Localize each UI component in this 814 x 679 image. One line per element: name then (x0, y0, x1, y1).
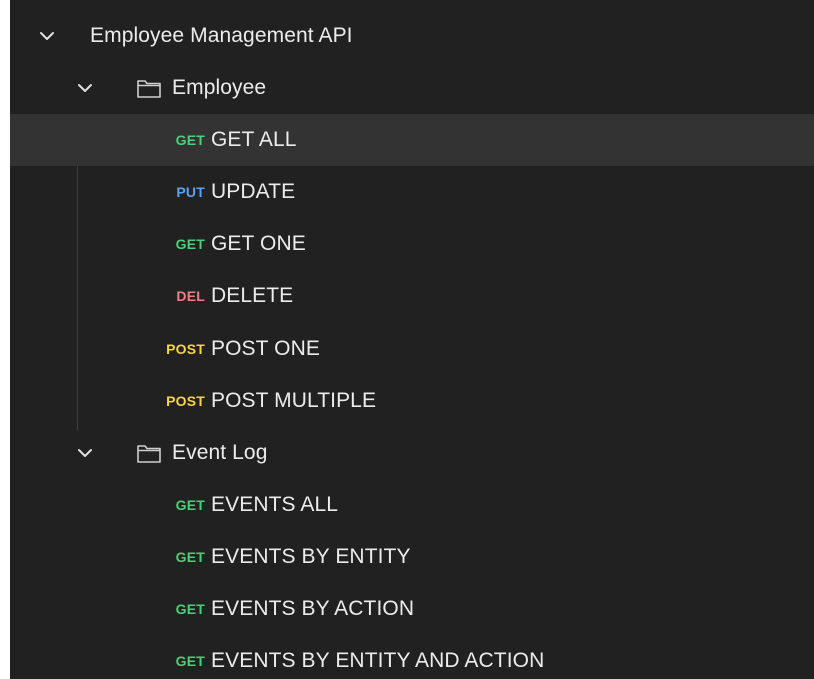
folder-icon (136, 442, 162, 464)
method-badge-get: GET (175, 497, 205, 513)
chevron-down-icon[interactable] (74, 442, 96, 464)
request-item-events-by-entity-and-action[interactable]: GET EVENTS BY ENTITY AND ACTION (10, 635, 814, 679)
request-item-events-by-action[interactable]: GET EVENTS BY ACTION (10, 583, 814, 635)
request-item-get-all[interactable]: GET GET ALL (10, 114, 814, 166)
request-name: GET ONE (211, 232, 306, 255)
method-badge-del: DEL (176, 288, 205, 304)
request-item-update[interactable]: PUT UPDATE (10, 166, 814, 218)
request-name: GET ALL (211, 128, 297, 151)
folder-name: Employee (172, 76, 267, 99)
request-item-events-all[interactable]: GET EVENTS ALL (10, 479, 814, 531)
request-name: POST MULTIPLE (211, 389, 377, 412)
request-item-post-one[interactable]: POST POST ONE (10, 323, 814, 375)
folder-item-employee[interactable]: Employee (10, 62, 814, 114)
request-name: EVENTS BY ACTION (211, 597, 415, 620)
folder-name: Event Log (172, 441, 268, 464)
method-badge-get: GET (175, 601, 205, 617)
request-item-post-multiple[interactable]: POST POST MULTIPLE (10, 375, 814, 427)
request-name: EVENTS BY ENTITY AND ACTION (211, 649, 545, 672)
method-badge-get: GET (175, 653, 205, 669)
folder-item-event-log[interactable]: Event Log (10, 427, 814, 479)
method-badge-get: GET (175, 549, 205, 565)
request-item-events-by-entity[interactable]: GET EVENTS BY ENTITY (10, 531, 814, 583)
collection-item-employee-management-api[interactable]: Employee Management API (10, 10, 814, 62)
request-item-delete[interactable]: DEL DELETE (10, 270, 814, 322)
method-badge-put: PUT (176, 184, 205, 200)
request-name: DELETE (211, 284, 294, 307)
request-name: EVENTS BY ENTITY (211, 545, 411, 568)
chevron-down-icon[interactable] (36, 25, 58, 47)
request-name: EVENTS ALL (211, 493, 339, 516)
request-name: POST ONE (211, 337, 320, 360)
request-item-get-one[interactable]: GET GET ONE (10, 218, 814, 270)
method-badge-post: POST (166, 393, 205, 409)
collection-name: Employee Management API (90, 24, 353, 47)
method-badge-post: POST (166, 341, 205, 357)
request-name: UPDATE (211, 180, 296, 203)
method-badge-get: GET (175, 132, 205, 148)
method-badge-get: GET (175, 236, 205, 252)
collection-sidebar: Employee Management API Employee GET GET… (10, 0, 814, 679)
chevron-down-icon[interactable] (74, 77, 96, 99)
folder-icon (136, 77, 162, 99)
